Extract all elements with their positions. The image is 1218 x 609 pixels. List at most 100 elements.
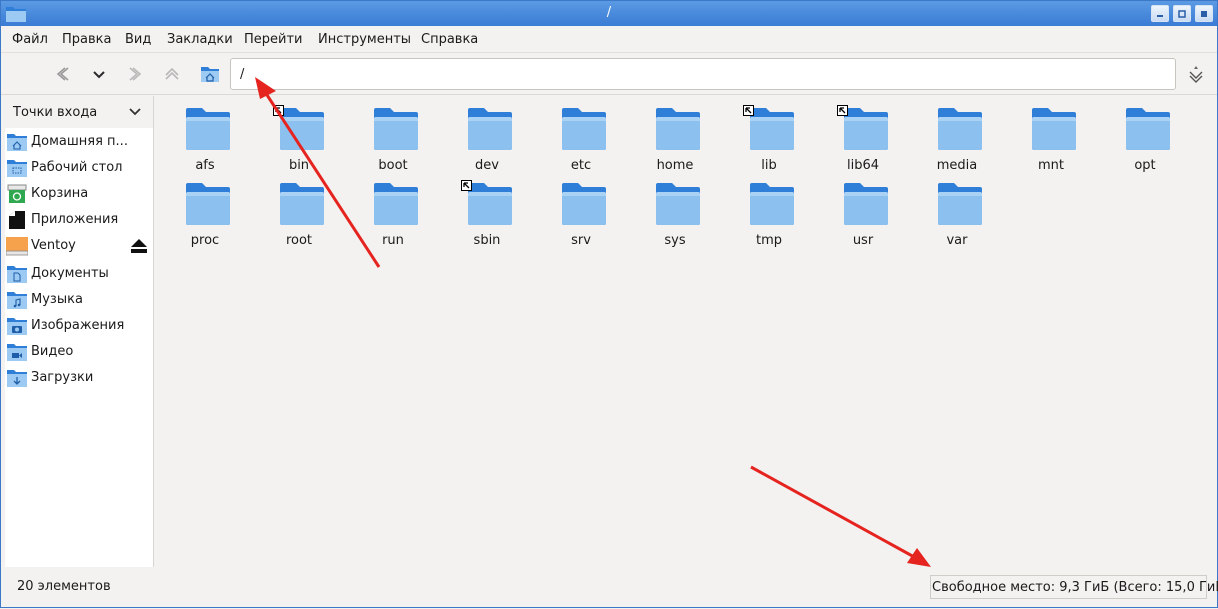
folder-name: mnt bbox=[1038, 158, 1064, 173]
sidebar-item-home[interactable]: Домашняя п... bbox=[5, 130, 153, 154]
view-mode-icon[interactable] bbox=[1185, 63, 1207, 85]
folder-icon bbox=[468, 108, 512, 150]
folder-name: var bbox=[946, 233, 968, 248]
folder-name: sys bbox=[664, 233, 686, 248]
sidebar: Точки входа Домашняя п... Рабочий стол К… bbox=[5, 96, 154, 567]
folder-icon bbox=[938, 183, 982, 225]
desktop-folder-icon bbox=[7, 160, 27, 177]
folder-item[interactable]: sbin bbox=[440, 176, 534, 250]
folder-name: tmp bbox=[755, 233, 782, 248]
folder-icon bbox=[280, 183, 324, 225]
sidebar-item-label: Видео bbox=[31, 344, 74, 359]
folder-item[interactable]: var bbox=[910, 176, 1004, 250]
eject-icon[interactable] bbox=[129, 238, 149, 254]
folder-item[interactable]: media bbox=[910, 101, 1004, 175]
minimize-button[interactable] bbox=[1151, 5, 1169, 22]
sidebar-item-desktop[interactable]: Рабочий стол bbox=[5, 156, 153, 180]
close-icon bbox=[1201, 11, 1207, 17]
folder-item[interactable]: sys bbox=[628, 176, 722, 250]
menu-go[interactable]: Перейти bbox=[244, 32, 303, 47]
sidebar-item-label: Ventoy bbox=[31, 238, 76, 253]
videos-folder-icon bbox=[7, 344, 27, 361]
menu-bar: Файл Правка Вид Закладки Перейти Инструм… bbox=[1, 27, 1217, 53]
sidebar-item-label: Загрузки bbox=[31, 370, 94, 385]
sidebar-item-videos[interactable]: Видео bbox=[5, 340, 153, 364]
folder-item[interactable]: opt bbox=[1098, 101, 1192, 175]
places-header-label: Точки входа bbox=[13, 105, 98, 120]
sidebar-item-ventoy[interactable]: Ventoy bbox=[5, 234, 153, 258]
folder-icon bbox=[844, 183, 888, 225]
folder-icon bbox=[750, 183, 794, 225]
status-bar: 20 элементов Свободное место: 9,3 ГиБ (В… bbox=[1, 567, 1218, 607]
menu-view[interactable]: Вид bbox=[125, 32, 151, 47]
location-bar[interactable]: / bbox=[230, 58, 1176, 90]
menu-tools[interactable]: Инструменты bbox=[318, 32, 411, 47]
folder-icon bbox=[374, 108, 418, 150]
history-dropdown-icon[interactable] bbox=[88, 63, 110, 85]
maximize-button[interactable] bbox=[1173, 5, 1191, 22]
sidebar-item-label: Корзина bbox=[31, 186, 89, 201]
free-space-indicator: Свободное место: 9,3 ГиБ (Всего: 15,0 Ги… bbox=[930, 575, 1218, 599]
menu-help[interactable]: Справка bbox=[421, 32, 478, 47]
sidebar-item-label: Рабочий стол bbox=[31, 160, 123, 175]
folder-item[interactable]: lib bbox=[722, 101, 816, 175]
folder-item[interactable]: usr bbox=[816, 176, 910, 250]
folder-item[interactable]: bin bbox=[252, 101, 346, 175]
folder-icon bbox=[750, 108, 794, 150]
minimize-icon bbox=[1157, 15, 1163, 17]
sidebar-item-applications[interactable]: Приложения bbox=[5, 208, 153, 232]
menu-edit[interactable]: Правка bbox=[62, 32, 111, 47]
location-path: / bbox=[240, 67, 245, 82]
maximize-icon bbox=[1178, 10, 1186, 18]
sidebar-item-trash[interactable]: Корзина bbox=[5, 182, 153, 206]
documents-folder-icon bbox=[7, 266, 27, 283]
folder-item[interactable]: etc bbox=[534, 101, 628, 175]
folder-name: run bbox=[382, 233, 404, 248]
symlink-badge-icon bbox=[743, 105, 754, 116]
folder-item[interactable]: lib64 bbox=[816, 101, 910, 175]
folder-item[interactable]: tmp bbox=[722, 176, 816, 250]
folder-name: afs bbox=[195, 158, 215, 173]
sidebar-item-label: Документы bbox=[31, 266, 109, 281]
sidebar-item-downloads[interactable]: Загрузки bbox=[5, 366, 153, 390]
symlink-badge-icon bbox=[837, 105, 848, 116]
window-title: / bbox=[606, 5, 612, 20]
up-icon[interactable] bbox=[161, 63, 183, 85]
menu-bookmarks[interactable]: Закладки bbox=[167, 32, 233, 47]
chevron-down-icon[interactable] bbox=[129, 107, 141, 117]
folder-icon bbox=[186, 183, 230, 225]
sidebar-item-music[interactable]: Музыка bbox=[5, 288, 153, 312]
sidebar-item-pictures[interactable]: Изображения bbox=[5, 314, 153, 338]
folder-icon bbox=[562, 108, 606, 150]
folder-icon bbox=[656, 183, 700, 225]
menu-file[interactable]: Файл bbox=[12, 32, 48, 47]
toolbar: / bbox=[1, 53, 1217, 95]
folder-item[interactable]: home bbox=[628, 101, 722, 175]
folder-icon bbox=[374, 183, 418, 225]
back-icon[interactable] bbox=[51, 63, 73, 85]
title-bar: / bbox=[1, 1, 1217, 26]
folder-item[interactable]: afs bbox=[158, 101, 252, 175]
places-header[interactable]: Точки входа bbox=[5, 96, 153, 128]
folder-name: dev bbox=[475, 158, 499, 173]
folder-name: etc bbox=[570, 158, 592, 173]
folder-name: proc bbox=[190, 233, 220, 248]
home-icon[interactable] bbox=[199, 63, 221, 85]
folder-name: bin bbox=[288, 158, 310, 173]
folder-item[interactable]: dev bbox=[440, 101, 534, 175]
forward-icon[interactable] bbox=[125, 63, 147, 85]
folder-name: home bbox=[656, 158, 694, 173]
folder-icon bbox=[280, 108, 324, 150]
pictures-folder-icon bbox=[7, 318, 27, 335]
folder-item[interactable]: srv bbox=[534, 176, 628, 250]
close-button[interactable] bbox=[1195, 5, 1213, 22]
folder-item[interactable]: root bbox=[252, 176, 346, 250]
sidebar-item-label: Изображения bbox=[31, 318, 125, 333]
folder-item[interactable]: run bbox=[346, 176, 440, 250]
trash-icon bbox=[7, 184, 27, 203]
folder-item[interactable]: boot bbox=[346, 101, 440, 175]
folder-item[interactable]: proc bbox=[158, 176, 252, 250]
sidebar-item-documents[interactable]: Документы bbox=[5, 262, 153, 286]
sidebar-item-label: Домашняя п... bbox=[31, 134, 128, 149]
folder-item[interactable]: mnt bbox=[1004, 101, 1098, 175]
